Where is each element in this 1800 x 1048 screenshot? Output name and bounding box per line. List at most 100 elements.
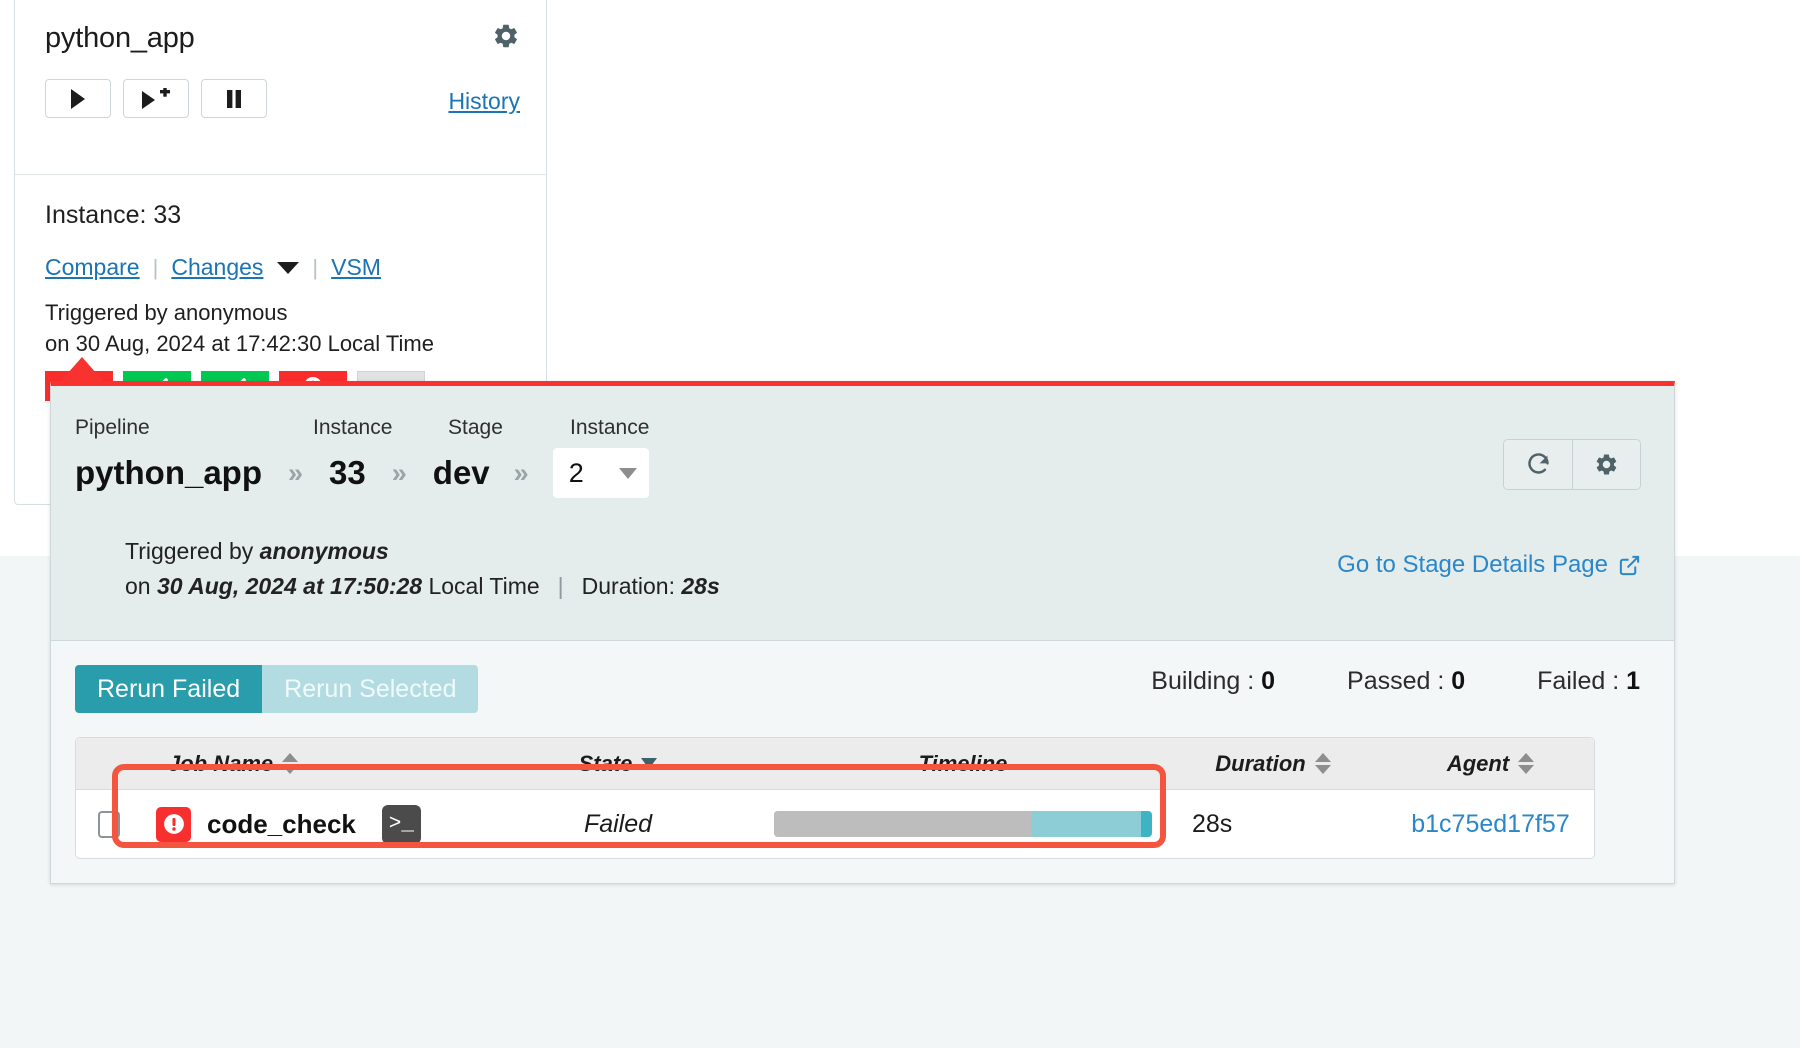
job-name-cell: code_check >_ bbox=[138, 804, 468, 844]
passed-count-label: Passed : bbox=[1347, 667, 1445, 695]
compare-link[interactable]: Compare bbox=[45, 254, 140, 281]
jobs-table-header: Job Name State Timeline Duration Agent bbox=[76, 738, 1594, 790]
column-header-state[interactable]: State bbox=[468, 751, 768, 777]
failed-count-label: Failed : bbox=[1537, 667, 1620, 695]
stage-trigger-info: Triggered by anonymous on 30 Aug, 2024 a… bbox=[125, 534, 720, 604]
go-to-stage-details-link[interactable]: Go to Stage Details Page bbox=[1337, 551, 1641, 579]
job-name[interactable]: code_check bbox=[207, 809, 356, 840]
gear-icon[interactable] bbox=[492, 22, 520, 50]
failed-count-value: 1 bbox=[1626, 667, 1640, 695]
breadcrumb-labels: Pipeline Instance Stage Instance bbox=[75, 414, 1640, 440]
sort-icon-duration bbox=[1314, 753, 1331, 774]
changes-link[interactable]: Changes bbox=[171, 254, 263, 281]
sort-icon-agent bbox=[1518, 753, 1535, 774]
rerun-selected-button[interactable]: Rerun Selected bbox=[262, 665, 479, 713]
pipeline-label: Pipeline bbox=[75, 416, 150, 439]
building-count-label: Building : bbox=[1151, 667, 1255, 695]
sort-icon-job-name bbox=[282, 753, 299, 774]
trigger-with-options-button[interactable] bbox=[123, 79, 189, 118]
refresh-icon bbox=[1527, 453, 1549, 474]
trigger-button[interactable] bbox=[45, 79, 111, 118]
stage-instance-select[interactable]: 2 bbox=[552, 448, 649, 498]
duration-value: 28s bbox=[681, 572, 720, 599]
instance-label: Instance: 33 bbox=[45, 201, 182, 229]
job-timeline-cell bbox=[768, 811, 1158, 837]
instance-label: Instance bbox=[313, 416, 393, 439]
console-glyph: >_ bbox=[388, 812, 414, 836]
jobs-panel: Rerun Failed Rerun Selected Building : 0… bbox=[51, 640, 1674, 883]
job-select-cell bbox=[76, 810, 138, 838]
job-checkbox[interactable] bbox=[98, 810, 120, 838]
column-label-duration: Duration bbox=[1215, 750, 1306, 776]
stage-triggered-on: on 30 Aug, 2024 at 17:50:28 Local Time | D… bbox=[125, 569, 720, 604]
breadcrumb-stage-value[interactable]: dev bbox=[433, 454, 490, 492]
building-count-value: 0 bbox=[1261, 667, 1276, 695]
history-link[interactable]: History bbox=[448, 88, 520, 115]
on-suffix: Local Time bbox=[422, 572, 540, 599]
info-divider: | bbox=[557, 572, 564, 599]
timeline-building-segment bbox=[1031, 811, 1141, 837]
vsm-link[interactable]: VSM bbox=[331, 254, 381, 281]
pipeline-triggered-by: Triggered by anonymous bbox=[45, 300, 288, 325]
stage-triggered-by: Triggered by anonymous bbox=[125, 534, 720, 569]
pipeline-triggered-on: on 30 Aug, 2024 at 17:42:30 Local Time bbox=[45, 331, 434, 357]
link-separator: | bbox=[152, 254, 159, 280]
refresh-button[interactable] bbox=[1504, 440, 1572, 489]
column-label-state: State bbox=[578, 750, 633, 776]
console-icon[interactable]: >_ bbox=[381, 804, 421, 844]
gear-icon bbox=[1596, 454, 1617, 475]
triggered-datetime: 30 Aug, 2024 at 17:50:28 bbox=[156, 572, 423, 599]
pause-icon bbox=[227, 89, 241, 108]
timeline-end-segment bbox=[1140, 811, 1152, 837]
timeline-waiting-segment bbox=[774, 811, 1032, 837]
column-header-job-name[interactable]: Job Name bbox=[138, 751, 468, 777]
error-icon bbox=[156, 806, 191, 842]
pipeline-links: Compare | Changes | VSM bbox=[45, 254, 516, 281]
settings-button[interactable] bbox=[1572, 440, 1640, 489]
pause-button[interactable] bbox=[201, 79, 267, 118]
breadcrumb: python_app » 33 » dev » 2 bbox=[75, 444, 1640, 502]
play-plus-icon bbox=[142, 87, 170, 109]
popup-tool-buttons bbox=[1503, 439, 1641, 490]
passed-count-value: 0 bbox=[1451, 667, 1466, 695]
stage-details-link-label: Go to Stage Details Page bbox=[1337, 551, 1608, 578]
link-separator-2: | bbox=[312, 254, 319, 280]
pipeline-trigger-info: Triggered by anonymous on 30 Aug, 2024 a… bbox=[45, 297, 516, 359]
job-timeline-bar[interactable] bbox=[774, 811, 1152, 837]
chevron-down-icon[interactable] bbox=[277, 261, 300, 274]
pipeline-card-header: python_app History bbox=[15, 0, 546, 175]
breadcrumb-chevron-icon-2: » bbox=[391, 457, 407, 488]
play-icon bbox=[71, 88, 85, 109]
stage-detail-popup: Pipeline Instance Stage Instance python_… bbox=[50, 381, 1675, 884]
breadcrumb-instance-value[interactable]: 33 bbox=[329, 454, 366, 492]
pipeline-name: python_app bbox=[45, 22, 195, 54]
rerun-failed-button[interactable]: Rerun Failed bbox=[75, 665, 263, 713]
passed-count: Passed : 0 bbox=[1347, 667, 1465, 696]
breadcrumb-pipeline-value[interactable]: python_app bbox=[75, 454, 262, 492]
pipeline-action-buttons bbox=[45, 79, 267, 118]
column-header-duration[interactable]: Duration bbox=[1158, 751, 1388, 777]
stage-instance-label: Instance bbox=[570, 416, 650, 439]
breadcrumb-chevron-icon: » bbox=[288, 457, 304, 488]
breadcrumb-chevron-icon-3: » bbox=[513, 457, 529, 488]
on-prefix: on bbox=[125, 572, 157, 599]
sort-desc-icon-state bbox=[641, 758, 658, 769]
job-duration-cell: 28s bbox=[1158, 810, 1388, 839]
chevron-down-icon bbox=[618, 467, 637, 479]
job-duration: 28s bbox=[1192, 809, 1233, 838]
building-count: Building : 0 bbox=[1151, 667, 1275, 696]
job-counts: Building : 0 Passed : 0 Failed : 1 bbox=[1151, 667, 1640, 696]
popup-pointer-arrow bbox=[60, 357, 104, 382]
table-row[interactable]: code_check >_ Failed 28s b1c75ed17f57 bbox=[76, 764, 1594, 858]
stage-instance-value: 2 bbox=[568, 457, 584, 488]
failed-count: Failed : 1 bbox=[1537, 667, 1640, 696]
column-label-timeline: Timeline bbox=[918, 750, 1008, 776]
column-header-agent[interactable]: Agent bbox=[1388, 751, 1593, 777]
triggered-prefix: Triggered by bbox=[125, 538, 260, 564]
job-agent-link[interactable]: b1c75ed17f57 bbox=[1411, 810, 1569, 839]
duration-label: Duration: bbox=[581, 572, 682, 599]
job-state: Failed bbox=[583, 809, 653, 838]
column-header-timeline: Timeline bbox=[768, 751, 1158, 777]
column-label-job-name: Job Name bbox=[168, 750, 274, 776]
rerun-button-group: Rerun Failed Rerun Selected bbox=[75, 665, 479, 713]
